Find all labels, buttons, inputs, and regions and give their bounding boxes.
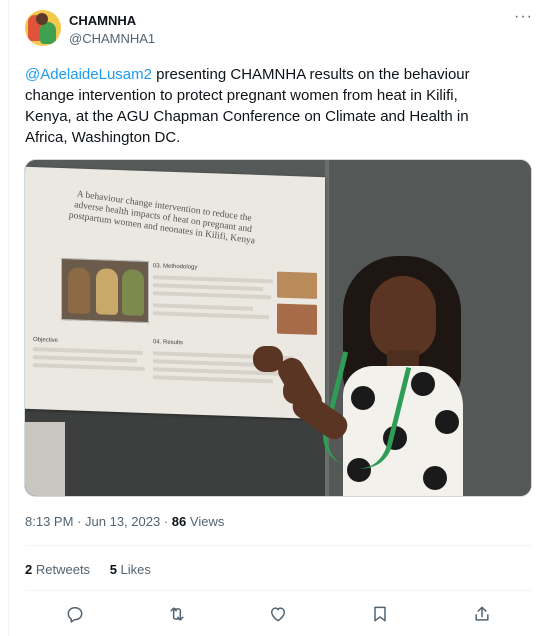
tweet-date[interactable]: Jun 13, 2023 — [85, 514, 160, 529]
poster-objective-heading: Objective — [33, 337, 59, 344]
engagement-stats: 2 Retweets 5 Likes — [25, 562, 167, 577]
action-bar — [9, 600, 538, 628]
retweet-button[interactable] — [163, 600, 191, 628]
heart-icon — [271, 607, 285, 622]
presenter-face — [370, 276, 436, 358]
retweets-stat[interactable]: 2 Retweets — [25, 562, 90, 577]
photo-floor — [25, 410, 325, 496]
poster-text-line — [33, 363, 145, 371]
timestamp-separator: · — [163, 514, 169, 529]
poster-small-photo — [277, 271, 317, 299]
divider — [25, 590, 531, 591]
poster-text-line — [153, 291, 271, 300]
likes-label: Likes — [120, 562, 151, 577]
bookmark-icon — [374, 606, 386, 622]
tweet-card: CHAMNHA @CHAMNHA1 ··· @AdelaideLusam2 pr… — [8, 0, 538, 636]
tweet-time[interactable]: 8:13 PM — [25, 514, 73, 529]
poster-photo-figure — [68, 267, 90, 315]
reply-button[interactable] — [61, 600, 89, 628]
like-button[interactable] — [264, 600, 292, 628]
share-icon — [475, 606, 489, 621]
views-label: Views — [189, 514, 225, 529]
dress-dot — [411, 372, 435, 396]
avatar[interactable] — [25, 10, 61, 46]
poster-small-photo — [277, 303, 317, 335]
views-count: 86 — [171, 514, 187, 529]
photo-poster: A behaviour change intervention to reduc… — [25, 166, 325, 420]
likes-count: 5 — [109, 562, 117, 577]
tweet-timestamp: 8:13 PM · Jun 13, 2023 · 86 Views — [25, 514, 224, 529]
poster-results-heading: 04. Results — [153, 339, 184, 347]
dress-dot — [435, 410, 459, 434]
poster-text-line — [153, 275, 273, 284]
more-options-icon[interactable]: ··· — [514, 8, 533, 26]
avatar-head-shape — [36, 13, 48, 25]
presenter-hand — [253, 346, 283, 372]
poster-text-line — [153, 303, 253, 311]
poster-text-line — [33, 347, 143, 355]
likes-stat[interactable]: 5 Likes — [110, 562, 151, 577]
share-button[interactable] — [468, 600, 496, 628]
author-name[interactable]: CHAMNHA — [69, 13, 136, 28]
poster-photo-figure — [96, 268, 118, 316]
tweet-photo[interactable]: A behaviour change intervention to reduc… — [24, 159, 532, 497]
timestamp-separator: · — [77, 514, 82, 529]
retweet-icon — [170, 607, 184, 621]
poster-title: A behaviour change intervention to reduc… — [68, 189, 256, 247]
poster-photo — [61, 258, 149, 324]
poster-text-line — [33, 355, 137, 363]
poster-text-line — [153, 375, 273, 384]
poster-methodology-heading: 03. Methodology — [153, 263, 198, 271]
avatar-figure-shape — [40, 22, 56, 44]
reply-icon — [67, 607, 83, 623]
retweets-count: 2 — [25, 562, 33, 577]
mention-link[interactable]: @AdelaideLusam2 — [25, 66, 152, 83]
poster-text-line — [153, 283, 263, 292]
photo-box — [25, 422, 65, 496]
bookmark-button[interactable] — [366, 600, 394, 628]
tweet-text: @AdelaideLusam2 presenting CHAMNHA resul… — [25, 64, 505, 148]
retweets-label: Retweets — [35, 562, 91, 577]
divider — [25, 545, 531, 546]
presenter-hand — [283, 378, 313, 404]
author-handle[interactable]: @CHAMNHA1 — [69, 31, 155, 46]
poster-text-line — [153, 311, 269, 320]
dress-dot — [423, 466, 447, 490]
poster-photo-figure — [122, 269, 144, 316]
